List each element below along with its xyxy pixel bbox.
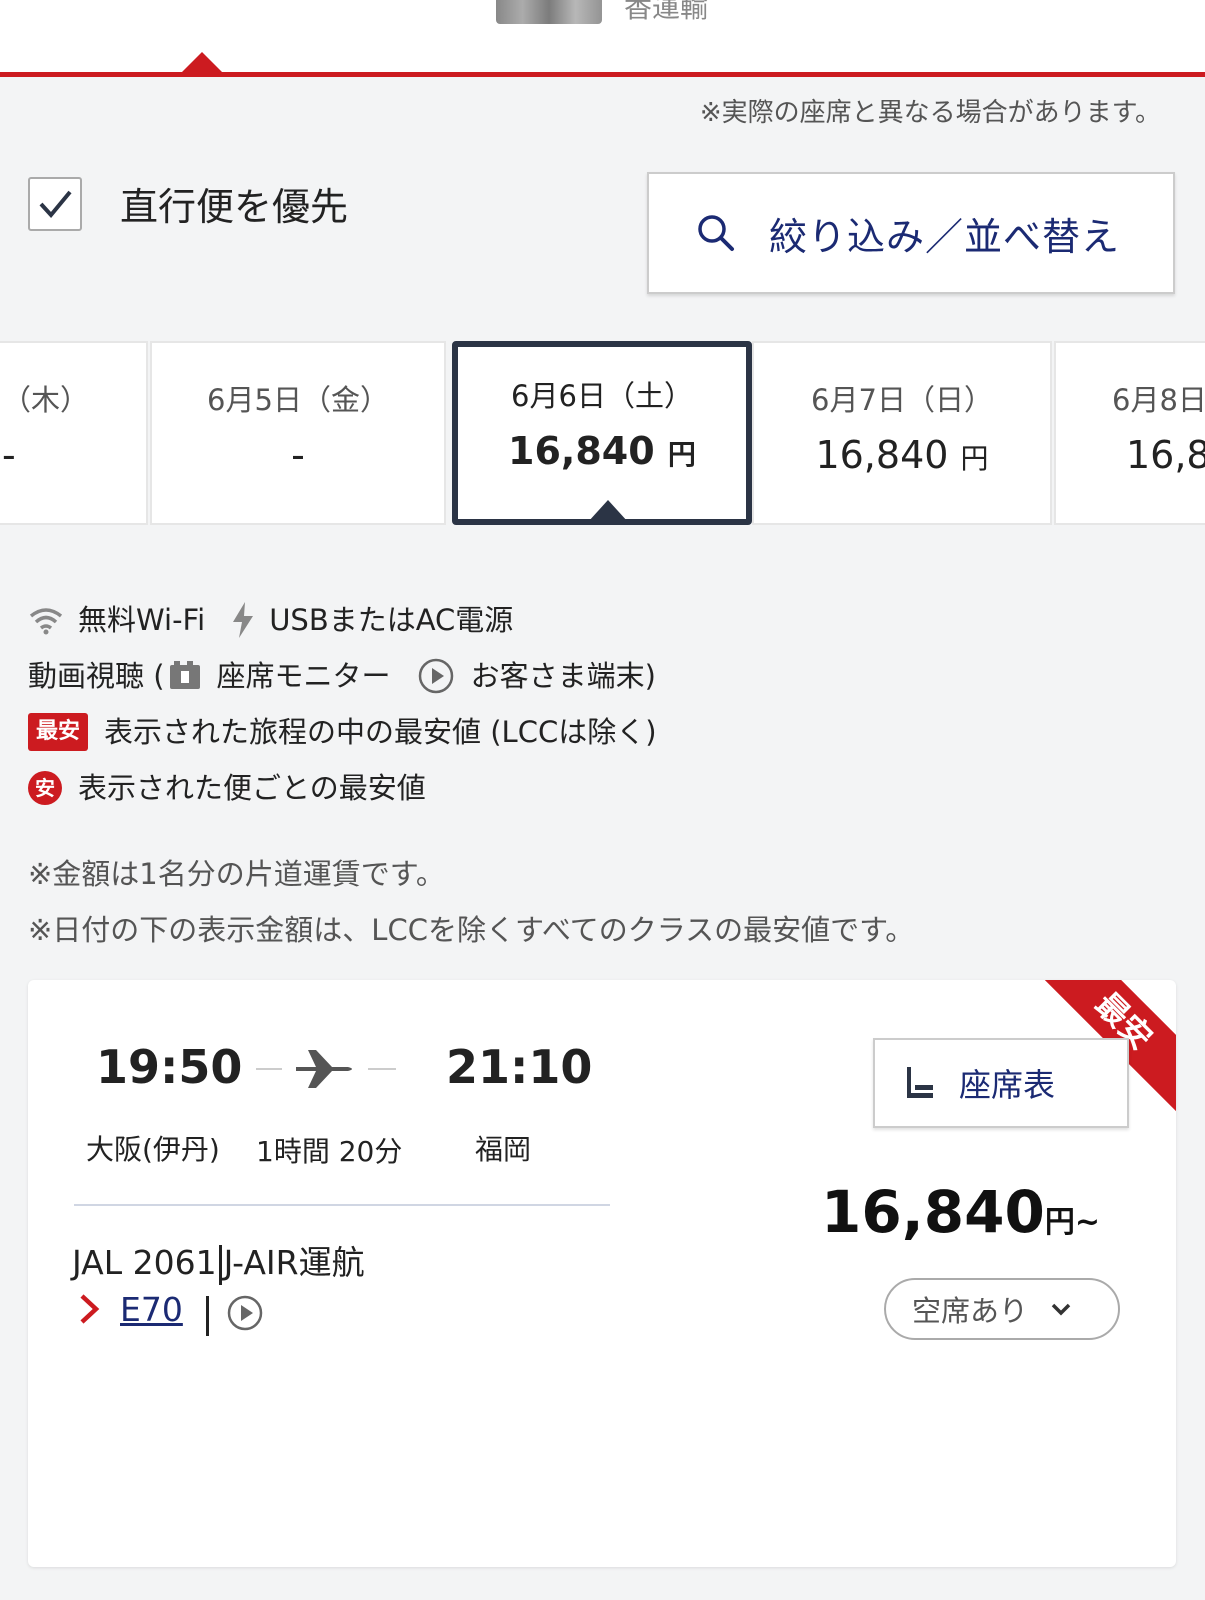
play-icon	[227, 1295, 263, 1331]
nav-underline	[0, 72, 1205, 77]
chevron-right-icon	[80, 1294, 100, 1324]
direct-flight-toggle[interactable]: 直行便を優先	[28, 176, 348, 231]
flight-number-text: JAL 2061	[72, 1243, 217, 1282]
date-price: 16,840 円	[815, 433, 989, 477]
seat-map-button[interactable]: 座席表	[873, 1038, 1129, 1128]
device-label: お客さま端末)	[470, 659, 656, 693]
power-icon	[233, 602, 254, 638]
seat-map-label: 座席表	[959, 1066, 1056, 1104]
wifi-label: 無料Wi-Fi	[78, 603, 206, 637]
fare-note: ※金額は1名分の片道運賃です。	[28, 857, 445, 891]
flight-number: JAL 2061 J-AIR運航	[72, 1236, 365, 1285]
date-label: 6月6日（土）	[511, 379, 693, 413]
flight-duration: 1時間 20分	[256, 1135, 403, 1168]
check-icon	[39, 190, 72, 218]
fare-price: 16,840円~	[821, 1178, 1100, 1246]
usb-label: USBまたはAC電源	[269, 603, 514, 637]
seat-notice: ※実際の座席と異なる場合があります。	[699, 98, 1161, 128]
availability-label: 空席あり	[912, 1294, 1029, 1328]
date-tab-thu[interactable]: （木） -	[0, 341, 148, 525]
monitor-icon	[169, 661, 200, 689]
date-label: 6月7日（日）	[811, 383, 993, 417]
date-label: （木）	[2, 383, 90, 417]
airplane-icon	[256, 1050, 396, 1088]
date-price: -	[291, 433, 305, 477]
date-tab-jun6-selected[interactable]: 6月6日（土） 16,840 円	[452, 341, 752, 525]
chevron-down-icon	[1051, 1303, 1071, 1316]
separator	[206, 1296, 209, 1336]
category-label: 香運輸	[624, 0, 709, 24]
departure-city: 大阪(伊丹)	[86, 1133, 220, 1166]
flight-card[interactable]: 最安 19:50 21:10 大阪(伊丹) 1時間 20分 福岡 JAL 206…	[28, 980, 1176, 1567]
date-price: 16,84	[1126, 433, 1205, 477]
arrival-city: 福岡	[475, 1133, 532, 1166]
video-label: 動画視聴 (	[28, 659, 165, 693]
availability-dropdown[interactable]: 空席あり	[884, 1278, 1120, 1340]
selected-date-pointer	[588, 500, 628, 522]
direct-label: 直行便を優先	[120, 185, 349, 229]
lowest-badge: 最安	[28, 713, 89, 751]
search-icon	[698, 215, 734, 251]
play-icon	[418, 658, 453, 694]
cheap-badge-icon: 安	[28, 771, 62, 805]
date-tab-jun7[interactable]: 6月7日（日） 16,840 円	[752, 341, 1052, 525]
lowest-text: 表示された旅程の中の最安値 (LCCは除く)	[104, 715, 657, 749]
tab-indicator	[180, 52, 224, 74]
date-label: 6月8日	[1112, 383, 1205, 417]
divider	[74, 1204, 610, 1206]
operator-text: J-AIR運航	[223, 1243, 365, 1282]
filter-sort-button[interactable]: 絞り込み／並べ替え	[647, 172, 1175, 294]
fare-notes: ※金額は1名分の片道運賃です。 ※日付の下の表示金額は、LCCを除くすべてのクラ…	[28, 846, 914, 958]
fare-note: ※日付の下の表示金額は、LCCを除くすべてのクラスの最安値です。	[28, 913, 915, 947]
amenity-legend: 無料Wi-Fi USBまたはAC電源 動画視聴 ( 座席モニター お客さま端末)…	[28, 592, 657, 816]
seat-monitor-label: 座席モニター	[216, 659, 391, 693]
date-tab-jun8[interactable]: 6月8日 16,84	[1054, 341, 1205, 525]
wifi-icon	[29, 608, 63, 635]
arrival-time: 21:10	[446, 1040, 593, 1094]
date-price: -	[2, 433, 16, 477]
date-label: 6月5日（金）	[207, 383, 389, 417]
cheap-text: 表示された便ごとの最安値	[78, 771, 426, 805]
direct-checkbox[interactable]	[28, 176, 82, 231]
departure-time: 19:50	[96, 1040, 243, 1094]
date-price: 16,840 円	[508, 429, 696, 473]
seat-icon	[907, 1067, 933, 1098]
aircraft-link[interactable]: E70	[120, 1290, 183, 1329]
date-tab-jun5[interactable]: 6月5日（金） -	[150, 341, 446, 525]
filter-sort-label: 絞り込み／並べ替え	[769, 214, 1121, 259]
category-image	[496, 0, 602, 24]
